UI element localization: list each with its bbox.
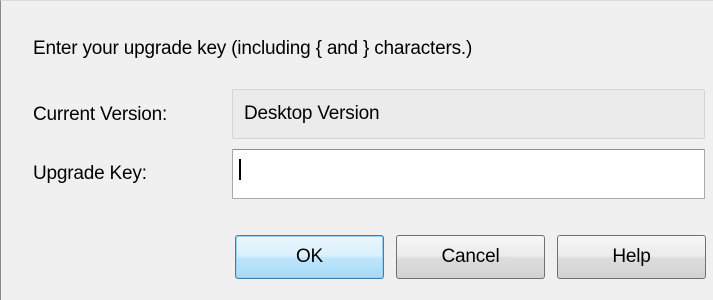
text-caret	[239, 159, 241, 180]
ok-button[interactable]: OK	[235, 235, 384, 279]
cancel-button[interactable]: Cancel	[396, 235, 545, 279]
instructions-text: Enter your upgrade key (including { and …	[33, 38, 473, 59]
current-version-label: Current Version:	[33, 104, 168, 125]
help-button[interactable]: Help	[557, 235, 706, 279]
upgrade-key-label: Upgrade Key:	[33, 163, 147, 184]
upgrade-key-input[interactable]	[232, 149, 705, 199]
upgrade-key-dialog: Enter your upgrade key (including { and …	[0, 0, 713, 300]
current-version-field: Desktop Version	[232, 89, 705, 139]
